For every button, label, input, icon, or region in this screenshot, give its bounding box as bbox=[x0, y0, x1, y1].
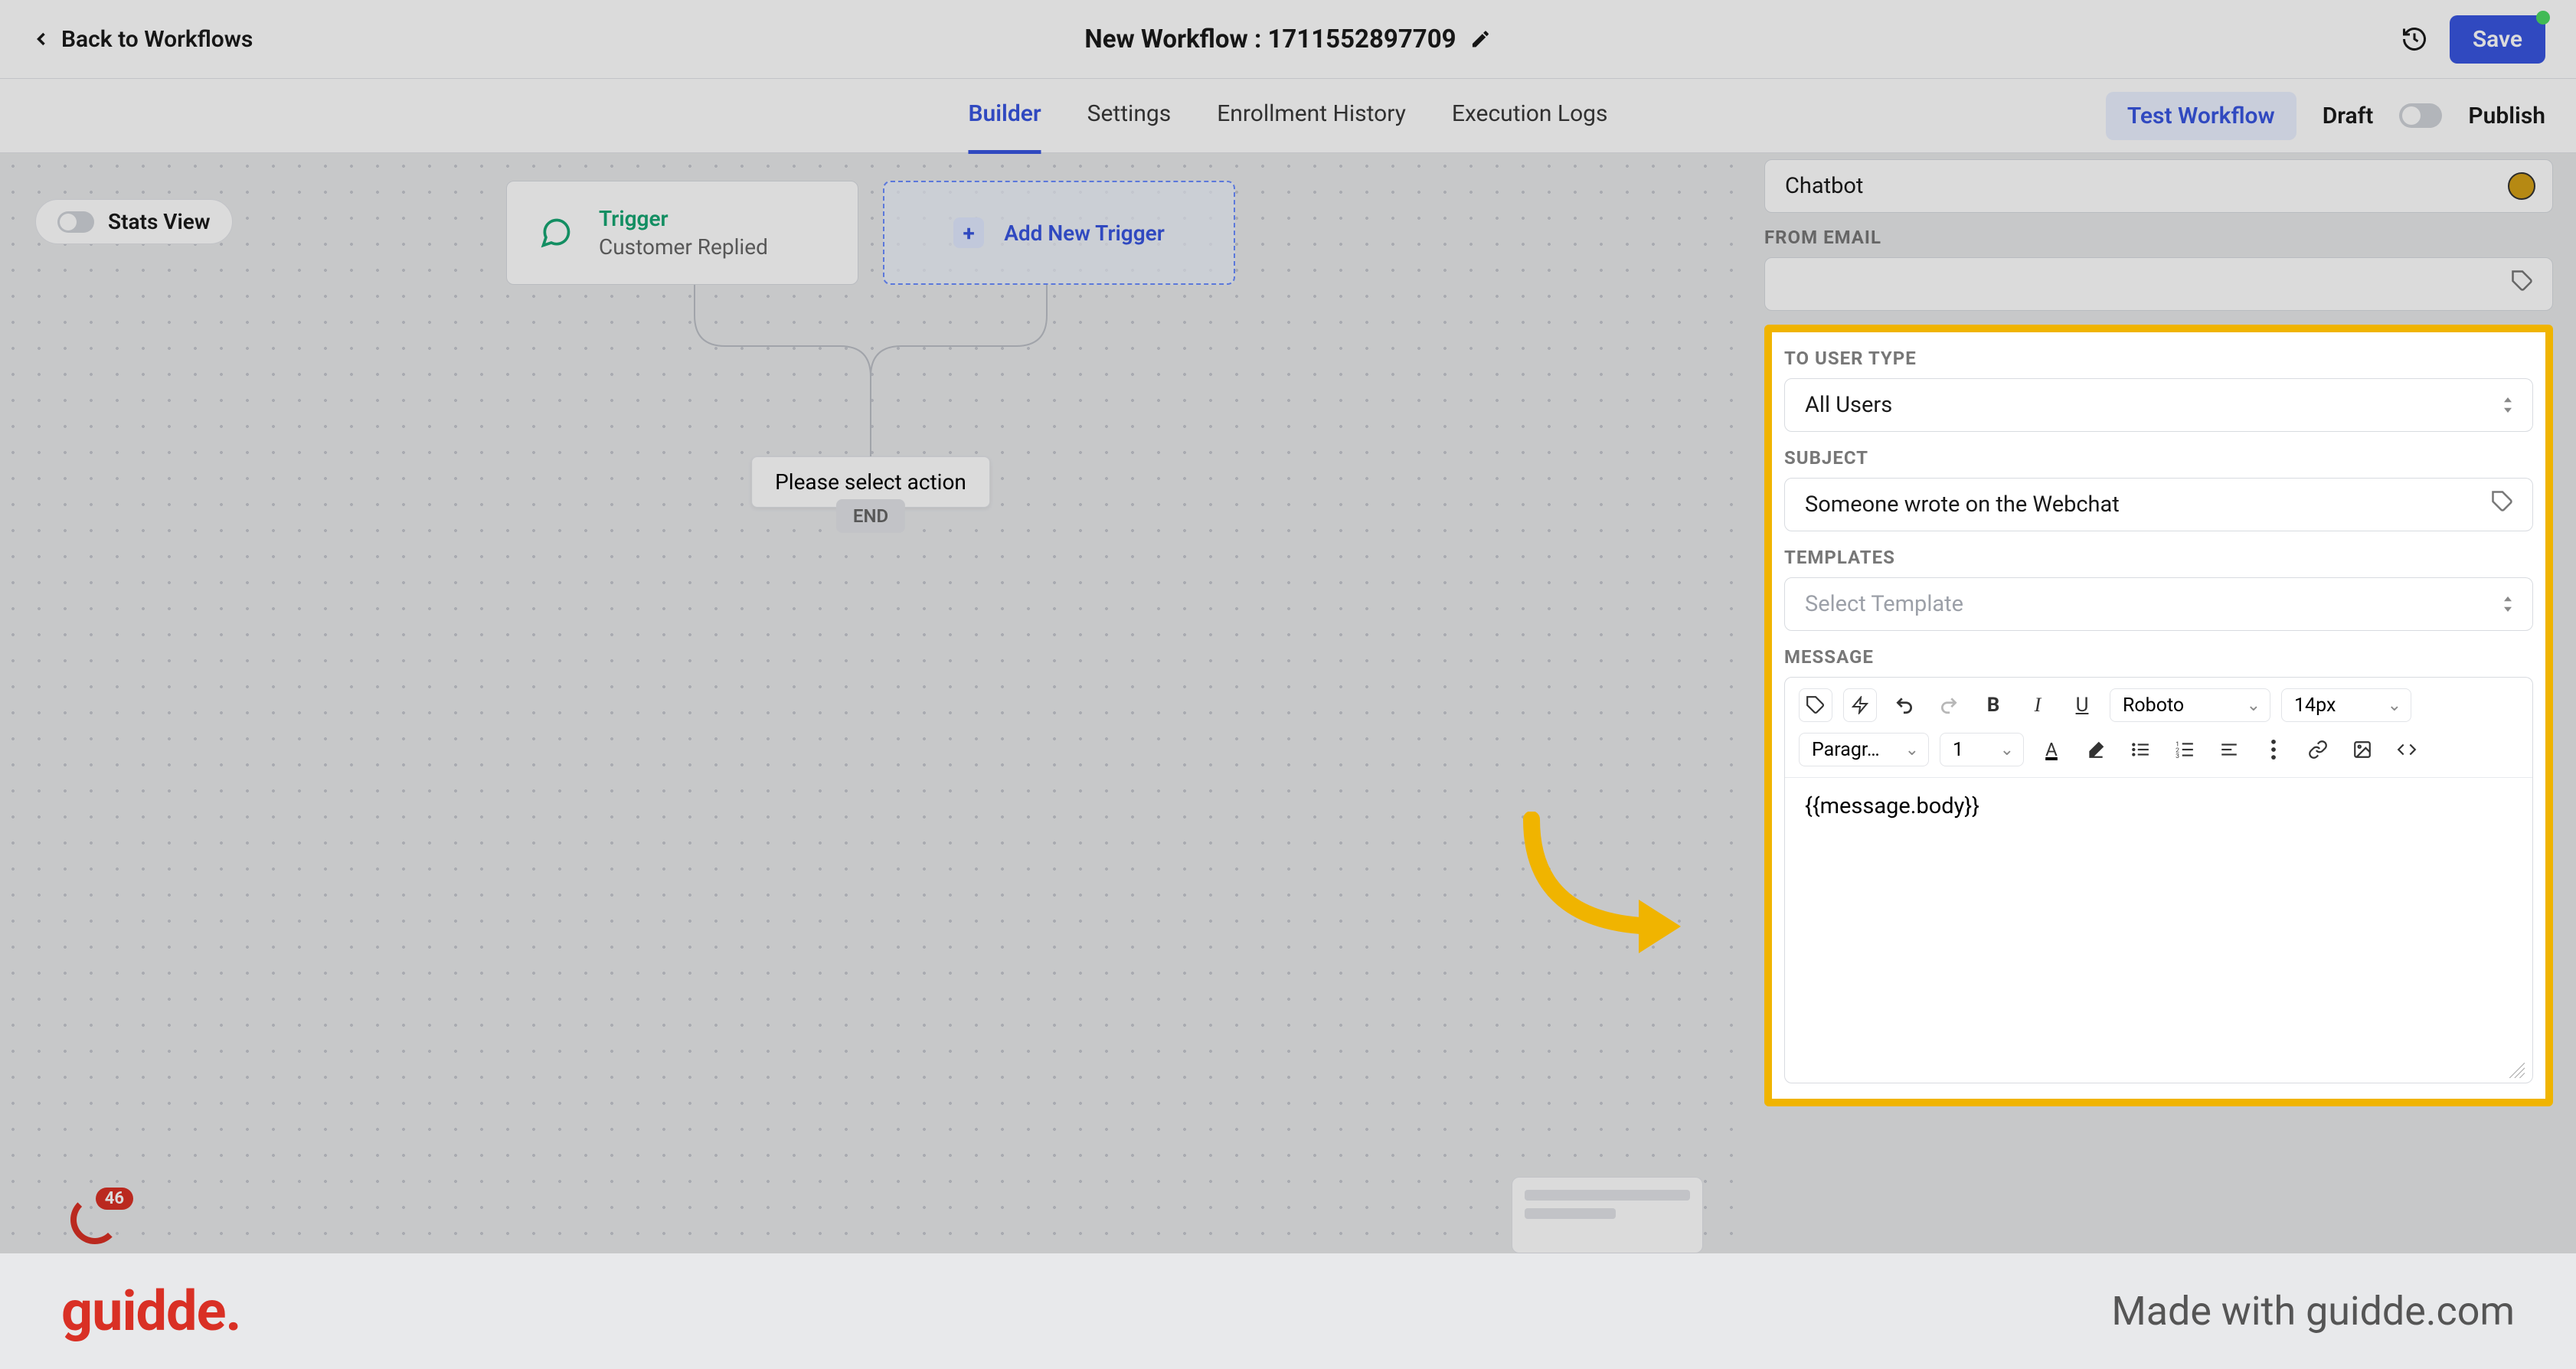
chevron-left-icon bbox=[31, 28, 52, 50]
avatar bbox=[2508, 172, 2535, 200]
from-email-label: FROM EMAIL bbox=[1764, 227, 2553, 248]
workflow-canvas[interactable]: Stats View Trigger Customer Replied + Ad… bbox=[0, 153, 1741, 1253]
highlight-color-icon[interactable] bbox=[2079, 733, 2113, 766]
mini-preview-card bbox=[1512, 1177, 1703, 1253]
from-email-input[interactable] bbox=[1764, 257, 2553, 311]
tab-builder[interactable]: Builder bbox=[968, 77, 1041, 154]
tab-enrollment-history[interactable]: Enrollment History bbox=[1217, 77, 1406, 154]
plus-icon: + bbox=[953, 217, 984, 248]
image-icon[interactable] bbox=[2346, 733, 2379, 766]
header-actions: Save bbox=[2401, 15, 2545, 64]
link-icon[interactable] bbox=[2301, 733, 2335, 766]
select-arrows-icon bbox=[2502, 397, 2514, 413]
subject-input[interactable]: Someone wrote on the Webchat bbox=[1784, 478, 2533, 531]
lineheight-select[interactable]: 1 bbox=[1940, 733, 2024, 766]
add-trigger-label: Add New Trigger bbox=[1004, 221, 1165, 246]
guidde-badge[interactable]: 46 bbox=[70, 1195, 126, 1250]
tabs-row: Builder Settings Enrollment History Exec… bbox=[0, 79, 2576, 153]
subject-label: SUBJECT bbox=[1784, 447, 2533, 469]
stats-view-pill: Stats View bbox=[35, 199, 233, 244]
bullet-list-icon[interactable] bbox=[2123, 733, 2157, 766]
trigger-title: Trigger bbox=[599, 206, 768, 231]
templates-label: TEMPLATES bbox=[1784, 547, 2533, 568]
undo-icon[interactable] bbox=[1888, 688, 1921, 722]
config-panel: Chatbot FROM EMAIL TO USER TYPE All User… bbox=[1741, 153, 2576, 1253]
chat-icon bbox=[534, 211, 577, 254]
tab-settings[interactable]: Settings bbox=[1087, 77, 1172, 154]
select-arrows-icon bbox=[2502, 596, 2514, 612]
bold-icon[interactable]: B bbox=[1976, 688, 2010, 722]
trigger-cards: Trigger Customer Replied + Add New Trigg… bbox=[506, 181, 1235, 285]
more-icon[interactable] bbox=[2257, 733, 2290, 766]
tag-icon[interactable] bbox=[2511, 270, 2534, 299]
back-link[interactable]: Back to Workflows bbox=[31, 26, 253, 53]
guidde-logo: guidde. bbox=[61, 1279, 240, 1344]
svg-text:3: 3 bbox=[2176, 753, 2179, 760]
paragraph-select[interactable]: Paragr… bbox=[1799, 733, 1929, 766]
align-icon[interactable] bbox=[2212, 733, 2246, 766]
tag-icon[interactable] bbox=[2491, 490, 2514, 519]
templates-placeholder: Select Template bbox=[1805, 591, 1963, 617]
stats-toggle[interactable] bbox=[57, 211, 94, 233]
trigger-subtitle: Customer Replied bbox=[599, 234, 768, 260]
add-trigger-card[interactable]: + Add New Trigger bbox=[883, 181, 1235, 285]
lightning-icon[interactable] bbox=[1843, 688, 1877, 722]
underline-icon[interactable]: U bbox=[2065, 688, 2099, 722]
footer-tagline: Made with guidde.com bbox=[2111, 1288, 2515, 1335]
badge-count: 46 bbox=[96, 1188, 133, 1210]
test-workflow-button[interactable]: Test Workflow bbox=[2106, 92, 2296, 140]
annotation-arrow bbox=[1509, 812, 1708, 968]
stats-label: Stats View bbox=[108, 209, 211, 234]
text-color-icon[interactable]: A bbox=[2035, 733, 2068, 766]
draft-label: Draft bbox=[2323, 103, 2374, 129]
save-button[interactable]: Save bbox=[2450, 15, 2545, 64]
to-user-type-select[interactable]: All Users bbox=[1784, 378, 2533, 432]
end-node: END bbox=[836, 499, 905, 533]
redo-icon[interactable] bbox=[1932, 688, 1966, 722]
number-list-icon[interactable]: 123 bbox=[2168, 733, 2202, 766]
chatbot-input[interactable]: Chatbot bbox=[1764, 159, 2553, 213]
history-icon[interactable] bbox=[2401, 25, 2428, 53]
pencil-icon[interactable] bbox=[1470, 28, 1492, 50]
font-select[interactable]: Roboto bbox=[2110, 688, 2270, 722]
publish-label: Publish bbox=[2468, 103, 2545, 129]
title-text: New Workflow : 1711552897709 bbox=[1084, 25, 1456, 54]
workflow-title: New Workflow : 1711552897709 bbox=[1084, 25, 1491, 54]
italic-icon[interactable]: I bbox=[2021, 688, 2055, 722]
subject-value: Someone wrote on the Webchat bbox=[1805, 492, 2120, 518]
publish-toggle[interactable] bbox=[2399, 103, 2442, 128]
fontsize-select[interactable]: 14px bbox=[2281, 688, 2411, 722]
code-icon[interactable] bbox=[2390, 733, 2424, 766]
to-user-type-value: All Users bbox=[1805, 392, 1892, 418]
header: Back to Workflows New Workflow : 1711552… bbox=[0, 0, 2576, 79]
footer: guidde. Made with guidde.com bbox=[0, 1253, 2576, 1369]
chatbot-value: Chatbot bbox=[1785, 173, 1863, 199]
connector-line bbox=[672, 285, 1070, 461]
editor-textarea[interactable]: {{message.body}} bbox=[1785, 778, 2532, 1061]
tab-execution-logs[interactable]: Execution Logs bbox=[1452, 77, 1608, 154]
resize-handle-icon[interactable] bbox=[1785, 1061, 2532, 1083]
trigger-card[interactable]: Trigger Customer Replied bbox=[506, 181, 858, 285]
message-editor: B I U Roboto 14px Paragr… 1 A 123 bbox=[1784, 677, 2533, 1083]
tag-icon[interactable] bbox=[1799, 688, 1832, 722]
to-user-type-label: TO USER TYPE bbox=[1784, 348, 2533, 369]
back-label: Back to Workflows bbox=[61, 26, 253, 53]
templates-select[interactable]: Select Template bbox=[1784, 577, 2533, 631]
highlight-region: TO USER TYPE All Users SUBJECT Someone w… bbox=[1764, 325, 2553, 1106]
editor-toolbar: B I U Roboto 14px Paragr… 1 A 123 bbox=[1785, 678, 2532, 778]
message-label: MESSAGE bbox=[1784, 646, 2533, 668]
